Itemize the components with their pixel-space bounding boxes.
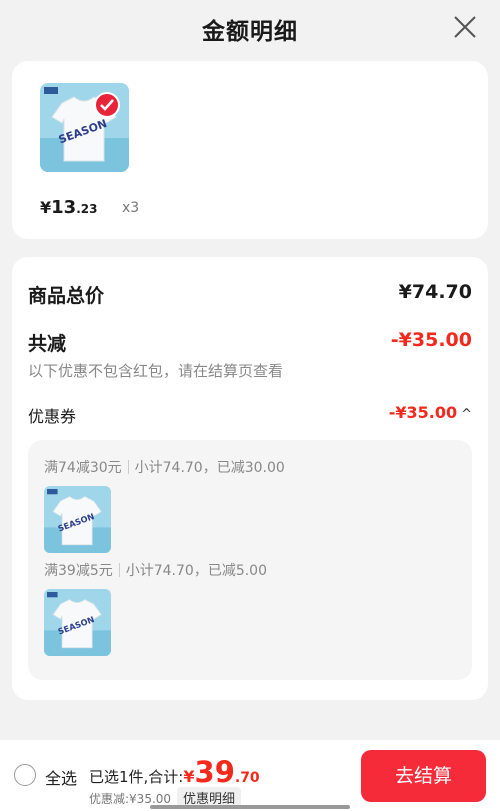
coupon-rule-detail: 小计74.70，已减30.00 (134, 460, 285, 476)
divider (118, 563, 120, 577)
home-indicator (150, 805, 350, 809)
price-decimal: .23 (76, 202, 98, 216)
sum-integer: 39 (194, 755, 235, 789)
total-price-value: ¥74.70 (398, 281, 472, 303)
coupon-rules-panel: 满74减30元 小计74.70，已减30.00 SEASON 满39减5元 小计74… (28, 440, 472, 680)
currency-symbol: ¥ (40, 198, 52, 217)
coupon-rule-title: 满39减5元 (44, 563, 113, 579)
coupon-rule-title: 满74减30元 (44, 460, 122, 476)
coupon-rule: 满39减5元 小计74.70，已减5.00 (44, 560, 267, 580)
rule-product-thumbnail: SEASON (44, 486, 111, 553)
discount-text: 优惠减:¥35.00 (89, 792, 172, 806)
summary-prefix: 已选1件,合计: (89, 768, 184, 786)
sheet-title: 金额明细 (202, 19, 298, 45)
select-all-label[interactable]: 全选 (45, 765, 77, 789)
total-reduction-label: 共减 (28, 333, 67, 355)
chevron-up-icon: ^ (461, 407, 472, 422)
close-icon[interactable] (452, 14, 478, 40)
checkout-bar: 全选 已选1件,合计:¥39.70 优惠减:¥35.00 优惠明细 去结算 (0, 740, 500, 811)
selected-product-card: SEASON ¥13.23 x3 (12, 61, 488, 239)
divider (127, 460, 129, 474)
quantity-label: x3 (122, 200, 140, 216)
coupon-label: 优惠券 (28, 407, 77, 426)
reduction-note: 以下优惠不包含红包，请在结算页查看 (28, 362, 284, 380)
sheet-header: 金额明细 (0, 0, 500, 54)
rule-product-thumbnail: SEASON (44, 589, 111, 656)
price-breakdown-card: 商品总价 ¥74.70 共减 -¥35.00 以下优惠不包含红包，请在结算页查看… (12, 257, 488, 700)
select-all-radio[interactable] (14, 764, 36, 786)
unit-price: ¥13.23 (40, 197, 97, 221)
coupon-rule-detail: 小计74.70，已减5.00 (125, 563, 267, 579)
order-summary: 已选1件,合计:¥39.70 (89, 755, 260, 789)
total-price-label: 商品总价 (28, 285, 105, 307)
sum-decimal: .70 (234, 770, 260, 786)
coupon-rule: 满74减30元 小计74.70，已减30.00 (44, 457, 285, 477)
total-reduction-value: -¥35.00 (390, 329, 472, 351)
coupon-value: -¥35.00 (388, 403, 458, 422)
amount-detail-sheet: 金额明细 SEASON ¥13.23 x3 商品总价 ¥74.70 共减 -¥3… (0, 0, 500, 811)
checkmark-icon (94, 92, 120, 118)
sum-currency: ¥ (183, 767, 195, 786)
coupon-toggle[interactable]: -¥35.00 ^ (389, 403, 472, 422)
checkout-button[interactable]: 去结算 (361, 750, 486, 802)
price-integer: 13 (51, 197, 77, 218)
